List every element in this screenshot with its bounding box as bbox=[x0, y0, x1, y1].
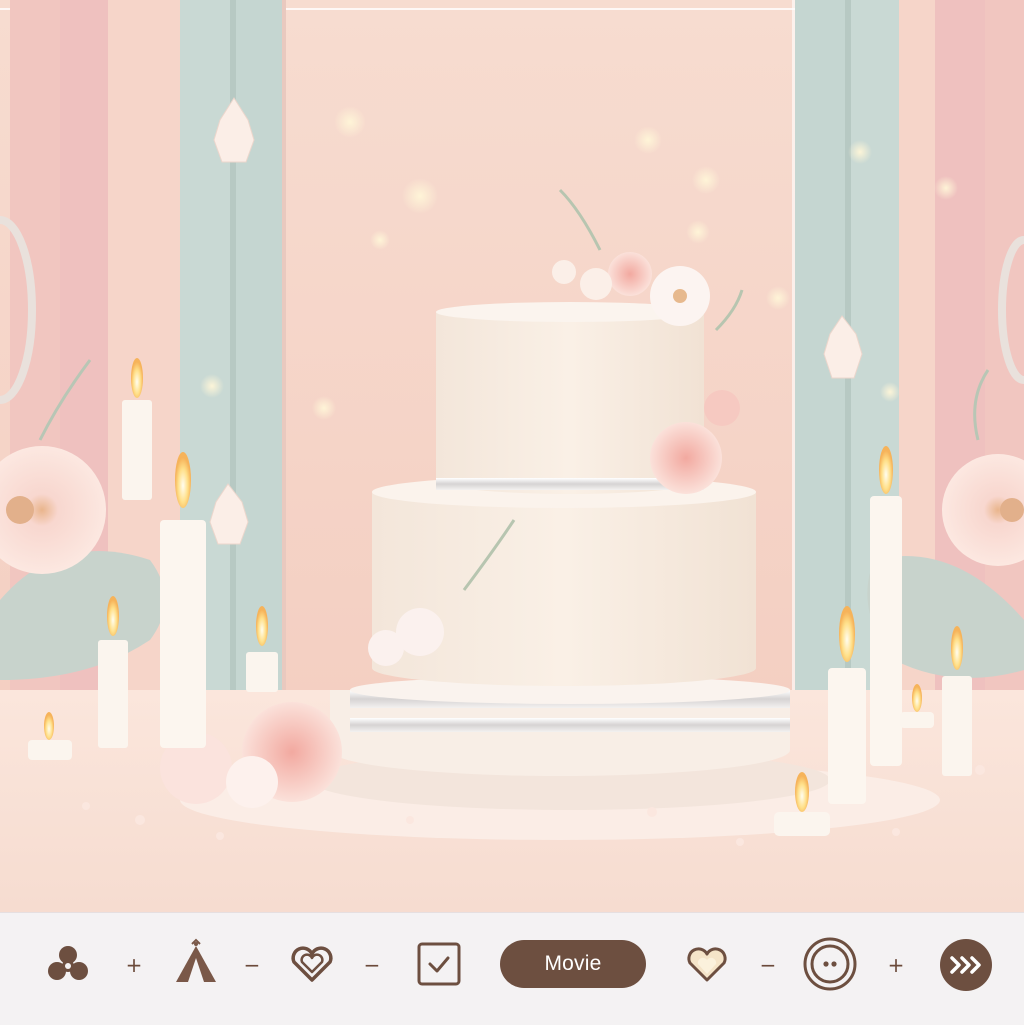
tent-icon[interactable] bbox=[170, 938, 222, 986]
separator-plus: + bbox=[887, 953, 905, 977]
heart-outline-icon[interactable] bbox=[288, 942, 336, 986]
movie-button[interactable]: Movie bbox=[500, 940, 646, 988]
checkbox-icon[interactable] bbox=[414, 940, 464, 988]
separator-minus: − bbox=[759, 953, 777, 977]
separator-minus: − bbox=[243, 953, 261, 977]
scene-illustration bbox=[0, 0, 1024, 912]
clover-icon[interactable] bbox=[44, 942, 92, 986]
heart-gem-icon[interactable] bbox=[684, 942, 730, 986]
fast-forward-icon[interactable] bbox=[936, 938, 996, 992]
separator-plus: + bbox=[125, 953, 143, 977]
cake-scene-svg bbox=[0, 0, 1024, 912]
separator-minus: − bbox=[363, 953, 381, 977]
record-circle-icon[interactable] bbox=[802, 936, 858, 992]
